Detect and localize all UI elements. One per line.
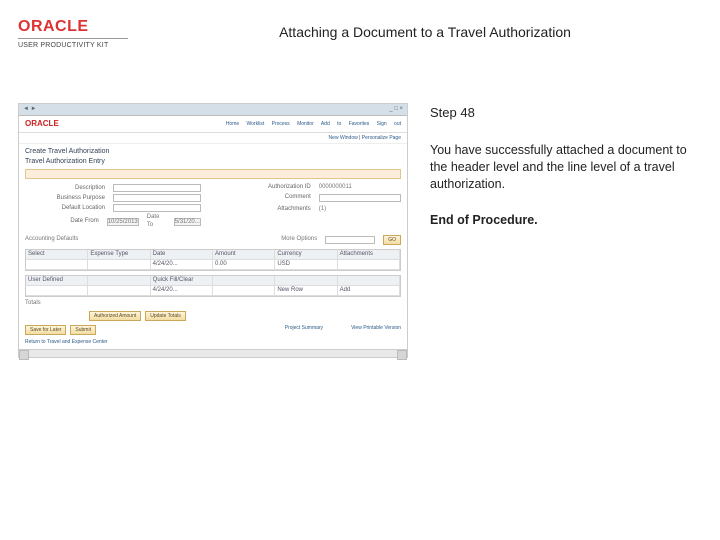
shot-bp-label: Business Purpose — [25, 195, 105, 202]
shot-page-h2: Travel Authorization Entry — [25, 158, 401, 166]
shot-g1-h4: Currency — [275, 250, 337, 259]
shot-datefrom-field: 10/25/2013 — [107, 218, 139, 226]
shot-top-nav: Home Worklist Process Monitor Add to Fav… — [226, 121, 401, 127]
shot-totals-label: Totals — [25, 300, 41, 307]
shot-more-label: More Options — [281, 236, 317, 243]
shot-printable-link: View Printable Version — [351, 325, 401, 335]
shot-window-bar: ◄ ►_ □ × — [19, 104, 407, 116]
shot-more-select — [325, 236, 375, 244]
shot-g1-h5: Attachments — [338, 250, 400, 259]
shot-section-label: Accounting Defaults — [25, 236, 78, 243]
shot-comment-field — [319, 194, 401, 202]
shot-attach-label: Attachments — [231, 206, 311, 213]
shot-g1-h3: Amount — [213, 250, 275, 259]
shot-page-h1: Create Travel Authorization — [25, 148, 401, 156]
shot-dateto-field: 5/31/20... — [174, 218, 201, 226]
shot-oracle-logo: ORACLE — [25, 119, 59, 129]
page-title: Attaching a Document to a Travel Authori… — [148, 18, 702, 40]
shot-datefrom-label: Date From — [25, 218, 99, 225]
shot-grid-2: User Defined Quick Fill/Clear 4/24/20...… — [25, 275, 401, 297]
shot-g1-h2: Date — [151, 250, 213, 259]
logo-divider — [18, 38, 128, 39]
shot-g1-h0: Select — [26, 250, 88, 259]
shot-go-button: GO — [383, 235, 401, 245]
step-body: You have successfully attached a documen… — [430, 142, 702, 193]
step-end: End of Procedure. — [430, 213, 702, 227]
oracle-logo: ORACLE USER PRODUCTIVITY KIT — [18, 18, 148, 49]
logo-text: ORACLE — [18, 18, 148, 36]
shot-authid-label: Authorization ID — [231, 184, 311, 191]
embedded-app-screenshot: ◄ ►_ □ × ORACLE Home Worklist Process Mo… — [18, 103, 408, 358]
shot-g2-h1: Quick Fill/Clear — [151, 276, 213, 285]
shot-g2-h0: User Defined — [26, 276, 88, 285]
shot-default-field — [113, 204, 201, 212]
shot-g1-h1: Expense Type — [88, 250, 150, 259]
shot-submit-button: Submit — [70, 325, 96, 335]
shot-comment-label: Comment — [231, 194, 311, 201]
shot-save-button: Save for Later — [25, 325, 66, 335]
shot-app-header: ORACLE Home Worklist Process Monitor Add… — [19, 116, 407, 133]
shot-alert — [25, 169, 401, 179]
shot-breadcrumb: New Window | Personalize Page — [19, 133, 407, 144]
shot-auth-amount-button: Authorized Amount — [89, 311, 141, 321]
shot-project-summary-link: Project Summary — [285, 325, 323, 335]
shot-return-link: Return to Travel and Expense Center — [25, 339, 401, 345]
shot-grid-1: Select Expense Type Date Amount Currency… — [25, 249, 401, 271]
shot-desc-label: Description — [25, 185, 105, 192]
shot-update-totals-button: Update Totals — [145, 311, 185, 321]
shot-scrollbar — [19, 349, 407, 357]
step-heading: Step 48 — [430, 105, 702, 120]
logo-subtext: USER PRODUCTIVITY KIT — [18, 42, 148, 49]
shot-bp-field — [113, 194, 201, 202]
shot-default-label: Default Location — [25, 205, 105, 212]
shot-desc-field — [113, 184, 201, 192]
shot-dateto-label: Date To — [147, 214, 166, 228]
